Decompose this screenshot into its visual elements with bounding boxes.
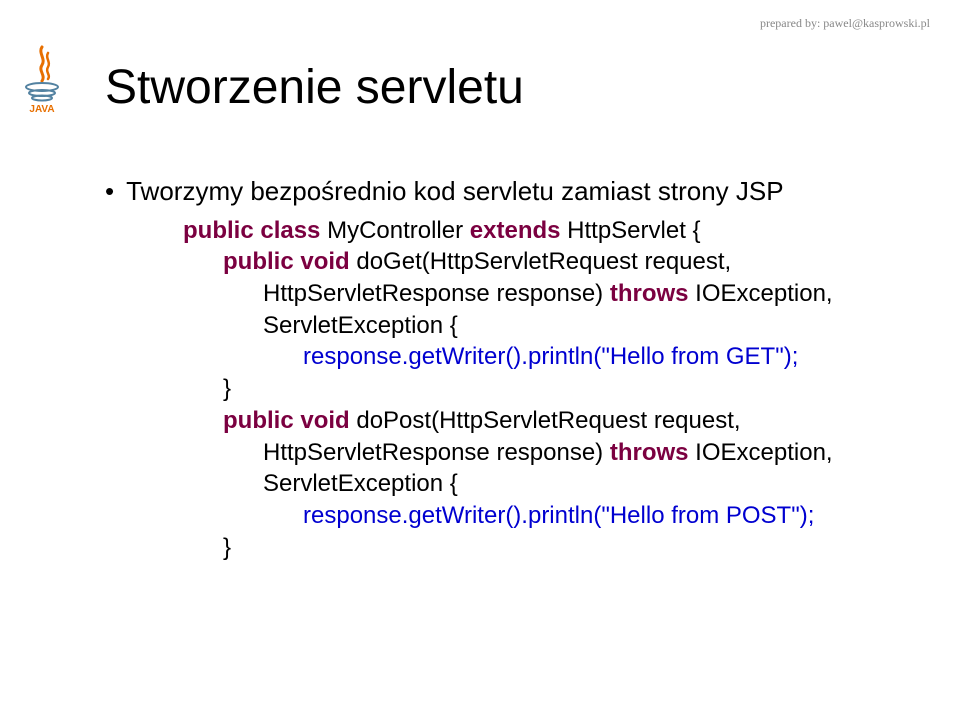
java-logo: JAVA [18,45,66,115]
code-text: doGet(HttpServletRequest request, [350,248,732,275]
bullet-item: • Tworzymy bezpośrednio kod servletu zam… [105,175,890,209]
code-text: doPost(HttpServletRequest request, [350,407,741,434]
slide-content: Stworzenie servletu • Tworzymy bezpośred… [0,0,960,563]
bullet-text: Tworzymy bezpośrednio kod servletu zamia… [126,175,890,209]
code-text: HttpServletResponse response) [263,280,610,307]
code-text: IOException, [689,280,833,307]
code-block: public class MyController extends HttpSe… [183,215,890,563]
code-line: public void doPost(HttpServletRequest re… [183,405,890,437]
code-line: HttpServletResponse response) throws IOE… [183,278,890,310]
code-line: HttpServletResponse response) throws IOE… [183,437,890,469]
code-line: public void doGet(HttpServletRequest req… [183,246,890,278]
header-credit: prepared by: pawel@kasprowski.pl [760,16,930,31]
kw: void [294,248,350,275]
code-text: HttpServletResponse response) [263,439,610,466]
kw: throws [610,439,689,466]
kw: void [294,407,350,434]
code-text: IOException, [689,439,833,466]
kw: class [254,217,321,244]
code-text: response.getWriter().println("Hello from… [303,502,814,529]
code-text: response.getWriter().println("Hello from… [303,343,798,370]
code-text: MyController [320,217,469,244]
code-text: ServletException { [263,470,458,497]
kw: throws [610,280,689,307]
code-text: } [223,534,231,561]
svg-text:JAVA: JAVA [29,104,54,115]
slide-title: Stworzenie servletu [105,60,890,115]
code-text: HttpServlet { [560,217,700,244]
code-text: ServletException { [263,312,458,339]
code-line: ServletException { [183,468,890,500]
kw: public [223,248,294,275]
code-line: response.getWriter().println("Hello from… [183,341,890,373]
code-line: } [183,532,890,564]
code-line: ServletException { [183,310,890,342]
bullet-marker: • [105,175,114,209]
kw: public [223,407,294,434]
code-line: response.getWriter().println("Hello from… [183,500,890,532]
code-text: } [223,375,231,402]
kw: public [183,217,254,244]
kw: extends [470,217,561,244]
code-line: public class MyController extends HttpSe… [183,215,890,247]
code-line: } [183,373,890,405]
